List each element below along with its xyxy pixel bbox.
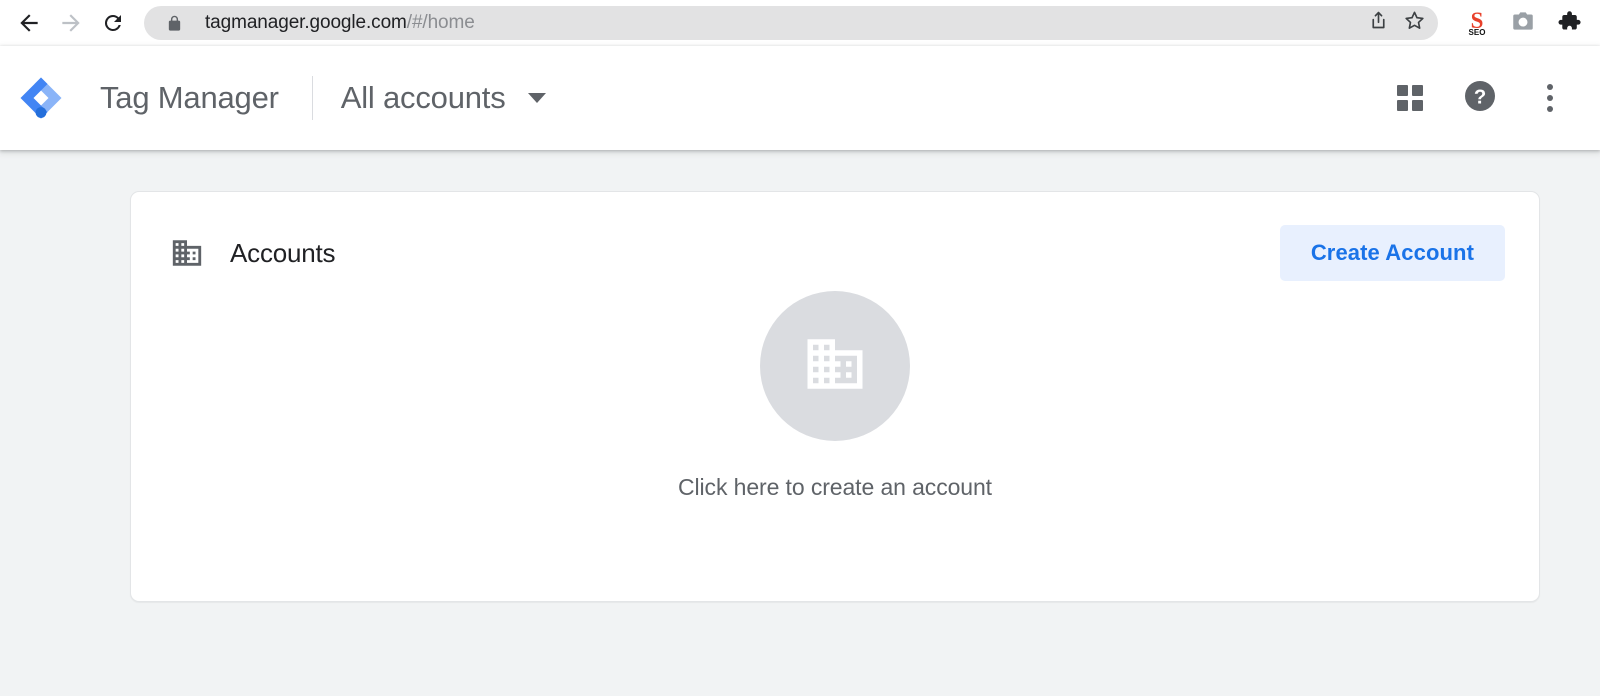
share-icon: [1368, 10, 1389, 36]
app-header: Tag Manager All accounts ?: [0, 46, 1600, 150]
tag-manager-logo-icon: [18, 75, 64, 121]
empty-state-illustration: [760, 291, 910, 441]
account-selector[interactable]: All accounts: [341, 80, 546, 116]
browser-back-button[interactable]: [8, 2, 50, 44]
empty-state-message: Click here to create an account: [678, 474, 992, 500]
accounts-empty-state[interactable]: Click here to create an account: [131, 284, 1539, 601]
arrow-right-icon: [58, 10, 84, 36]
browser-toolbar: tagmanager.google.com/#/home S SEO: [0, 0, 1600, 46]
page-title: Tag Manager: [100, 80, 279, 115]
create-account-button[interactable]: Create Account: [1279, 225, 1505, 281]
star-outline-icon: [1403, 9, 1426, 37]
url-text: tagmanager.google.com/#/home: [205, 12, 1360, 34]
header-actions: ?: [1390, 78, 1570, 118]
header-divider: [311, 76, 313, 120]
help-circle-icon: ?: [1462, 78, 1498, 119]
building-icon: [170, 236, 204, 270]
accounts-card: Accounts Create Account Click here to cr…: [130, 191, 1540, 602]
account-selector-label: All accounts: [340, 80, 506, 115]
extensions-menu-button[interactable]: [1554, 8, 1584, 38]
arrow-left-icon: [16, 10, 42, 36]
main-content: Accounts Create Account Click here to cr…: [0, 150, 1600, 696]
reload-icon: [101, 11, 125, 35]
chevron-down-icon: [527, 93, 546, 103]
bookmark-button[interactable]: [1396, 6, 1432, 40]
url-path: /#/home: [406, 12, 475, 33]
more-vertical-icon: [1547, 84, 1553, 112]
apps-grid-icon: [1397, 85, 1423, 111]
address-bar[interactable]: tagmanager.google.com/#/home: [144, 6, 1438, 40]
camera-extension-button[interactable]: [1508, 8, 1538, 38]
svg-text:SEO: SEO: [1469, 28, 1486, 37]
help-button[interactable]: ?: [1460, 78, 1500, 118]
more-options-button[interactable]: [1530, 78, 1570, 118]
camera-extension-icon: [1510, 8, 1536, 39]
seo-extension-button[interactable]: S SEO: [1462, 8, 1492, 38]
seo-extension-icon: S SEO: [1464, 8, 1490, 37]
browser-reload-button[interactable]: [92, 2, 134, 44]
building-icon: [802, 331, 868, 402]
puzzle-extensions-icon: [1556, 8, 1582, 39]
lock-icon: [166, 14, 183, 33]
apps-launcher-button[interactable]: [1390, 78, 1430, 118]
accounts-card-title: Accounts: [230, 237, 336, 268]
accounts-card-header: Accounts Create Account: [131, 192, 1539, 284]
browser-forward-button[interactable]: [50, 2, 92, 44]
browser-extensions: S SEO: [1462, 8, 1584, 38]
share-button[interactable]: [1360, 6, 1396, 40]
svg-text:?: ?: [1474, 86, 1486, 108]
url-domain: tagmanager.google.com: [205, 12, 407, 33]
